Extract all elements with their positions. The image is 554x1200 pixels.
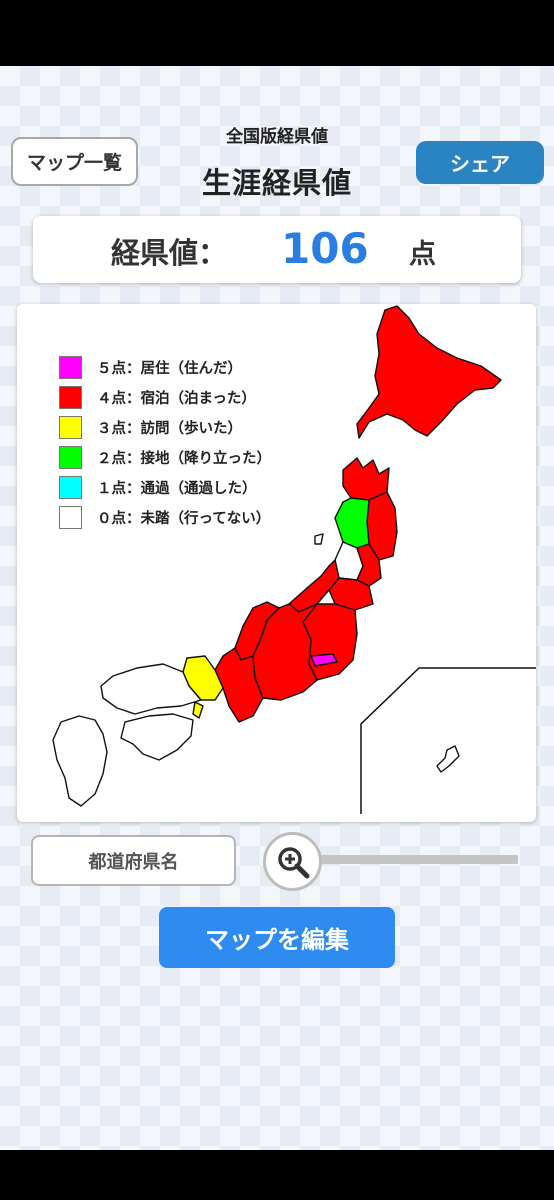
legend-text: １点：通過（通過した） xyxy=(97,480,257,497)
score-panel: 経県値： 106 点 xyxy=(33,216,521,283)
legend-swatch xyxy=(59,505,82,529)
pref-hokkaido[interactable] xyxy=(356,305,502,439)
pref-akita[interactable] xyxy=(334,497,370,549)
legend-swatch xyxy=(59,475,82,499)
score-value: 106 xyxy=(281,224,369,273)
score-unit: 点 xyxy=(409,239,436,270)
legend-swatch xyxy=(59,385,82,409)
legend-item: ５点：居住（住んだ） xyxy=(59,352,271,382)
prefecture-name-field[interactable]: 都道府県名 xyxy=(31,835,236,886)
zoom-slider-handle[interactable] xyxy=(263,832,322,891)
legend-text: ４点：宿泊（泊まった） xyxy=(97,390,256,407)
zoom-in-icon xyxy=(277,846,309,878)
app-screen: マップ一覧 全国版経県値 生涯経県値 シェア 経県値： 106 点 ５点：居住（… xyxy=(0,66,554,1150)
pref-shikoku[interactable] xyxy=(120,713,194,761)
share-button[interactable]: シェア xyxy=(416,141,544,184)
japan-map-panel[interactable]: ５点：居住（住んだ） ４点：宿泊（泊まった） ３点：訪問（歩いた） ２点：接地（… xyxy=(17,304,536,822)
score-label: 経県値： xyxy=(111,236,228,270)
zoom-slider[interactable] xyxy=(262,831,522,891)
legend-item: ０点：未踏（行ってない） xyxy=(59,502,271,532)
legend-swatch xyxy=(59,445,82,469)
legend-swatch xyxy=(59,415,82,439)
pref-kyushu[interactable] xyxy=(52,715,108,807)
zoom-slider-track[interactable] xyxy=(310,855,518,864)
legend-item: ３点：訪問（歩いた） xyxy=(59,412,271,442)
pref-awaji[interactable] xyxy=(192,701,204,719)
navigation-bar xyxy=(0,1150,554,1200)
legend-text: ５点：居住（住んだ） xyxy=(97,360,242,377)
okinawa-inset-frame xyxy=(360,667,536,814)
map-legend: ５点：居住（住んだ） ４点：宿泊（泊まった） ３点：訪問（歩いた） ２点：接地（… xyxy=(59,352,271,532)
legend-text: ２点：接地（降り立った） xyxy=(97,450,271,467)
pref-okinawa[interactable] xyxy=(436,745,460,773)
legend-item: ２点：接地（降り立った） xyxy=(59,442,271,472)
edit-map-button[interactable]: マップを編集 xyxy=(159,907,395,968)
legend-text: ３点：訪問（歩いた） xyxy=(97,420,242,437)
legend-item: １点：通過（通過した） xyxy=(59,472,271,502)
legend-text: ０点：未踏（行ってない） xyxy=(97,510,271,527)
pref-sado[interactable] xyxy=(314,533,324,545)
legend-item: ４点：宿泊（泊まった） xyxy=(59,382,271,412)
legend-swatch xyxy=(59,355,82,379)
status-bar xyxy=(0,0,554,66)
